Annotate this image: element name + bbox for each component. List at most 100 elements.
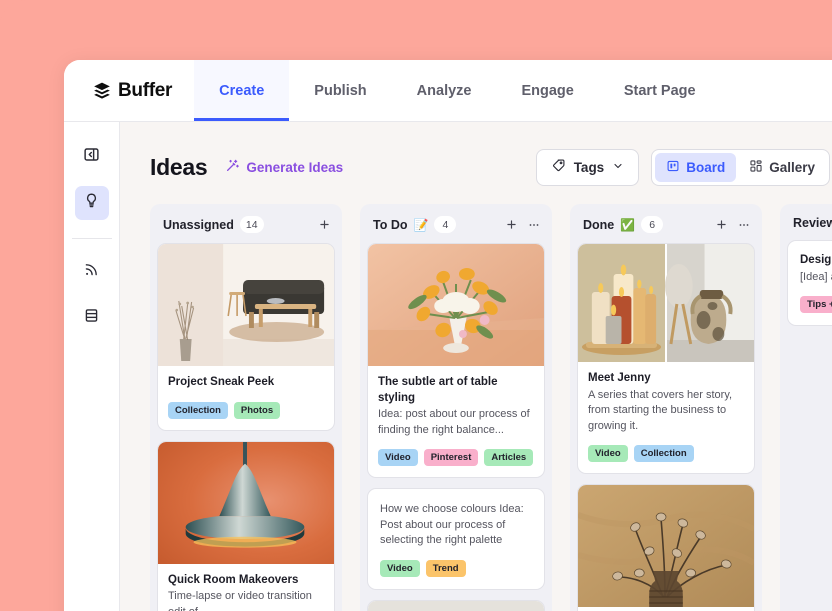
buffer-layers-icon: [92, 81, 112, 101]
sidebar-item-feed[interactable]: [75, 255, 109, 289]
column-actions: [318, 218, 331, 231]
card-tag[interactable]: Tips +: [800, 296, 832, 313]
card-tags: Tips +: [800, 296, 832, 313]
column-cards: Project Sneak Peek Collection Photos: [157, 243, 335, 611]
generate-ideas-button[interactable]: Generate Ideas: [225, 158, 343, 176]
column-header: Done ✅ 6: [577, 212, 755, 243]
nav-item-analyze[interactable]: Analyze: [392, 60, 497, 121]
card-title: Designing: [800, 253, 832, 269]
view-option-gallery-label: Gallery: [769, 160, 815, 175]
living-room-sofa-photo: [158, 244, 334, 366]
card-body: Designing [Idea] advice pattern Tips +: [788, 241, 832, 325]
column-cards: Meet Jenny A series that covers her stor…: [577, 243, 755, 611]
sidebar-item-content[interactable]: [75, 301, 109, 335]
board[interactable]: Unassigned 14: [120, 190, 832, 611]
gallery-grid-icon: [749, 159, 763, 176]
card-body: All About Earth Tones: [578, 607, 754, 611]
yellow-flower-bouquet-photo: [368, 244, 544, 366]
card-tag[interactable]: Collection: [634, 445, 694, 462]
column-cards: Designing [Idea] advice pattern Tips +: [787, 240, 832, 326]
idea-card[interactable]: [367, 600, 545, 611]
nav-items: Create Publish Analyze Engage Start Page: [194, 60, 720, 121]
column-cards: The subtle art of table styling Idea: po…: [367, 243, 545, 611]
card-tag[interactable]: Photos: [234, 402, 280, 419]
card-description: [Idea] advice pattern: [800, 270, 832, 286]
card-tag[interactable]: Video: [380, 560, 420, 577]
plus-icon[interactable]: [715, 218, 728, 231]
column-header: Unassigned 14: [157, 212, 335, 243]
card-tag[interactable]: Video: [588, 445, 628, 462]
card-body: Meet Jenny A series that covers her stor…: [578, 362, 754, 473]
column-count: 4: [434, 216, 456, 233]
card-body: Quick Room Makeovers Time-lapse or video…: [158, 564, 334, 611]
view-option-gallery[interactable]: Gallery: [738, 153, 826, 182]
idea-card[interactable]: Meet Jenny A series that covers her stor…: [577, 243, 755, 474]
column-title: Done: [583, 218, 614, 232]
card-title: Project Sneak Peek: [168, 375, 324, 391]
column-count: 14: [240, 216, 264, 233]
page-title: Ideas: [150, 154, 207, 181]
card-body: Project Sneak Peek Collection Photos: [158, 366, 334, 430]
card-title: The subtle art of table styling: [378, 375, 534, 406]
collapse-panel-icon: [83, 146, 100, 168]
board-column-unassigned: Unassigned 14: [150, 204, 342, 611]
nav-item-create[interactable]: Create: [194, 60, 289, 121]
list-view-icon: [83, 307, 100, 329]
idea-card[interactable]: Designing [Idea] advice pattern Tips +: [787, 240, 832, 326]
card-tag[interactable]: Pinterest: [424, 449, 479, 466]
nav-item-start-page[interactable]: Start Page: [599, 60, 721, 121]
card-title: Quick Room Makeovers: [168, 573, 324, 589]
card-tags: Video Trend: [380, 560, 532, 577]
column-header: To Do 📝 4: [367, 212, 545, 243]
tag-icon: [551, 158, 566, 176]
board-column-done: Done ✅ 6: [570, 204, 762, 611]
sidebar-item-ideas[interactable]: [75, 186, 109, 220]
column-emoji: 📝: [413, 219, 428, 231]
teal-pendant-lamp-photo: [158, 442, 334, 564]
brand-logo[interactable]: Buffer: [64, 60, 194, 121]
sidebar-divider: [72, 238, 112, 239]
idea-card[interactable]: All About Earth Tones: [577, 484, 755, 611]
card-description: Time-lapse or video transition edit of: [168, 589, 324, 611]
rss-feed-icon: [83, 261, 100, 283]
view-option-board[interactable]: Board: [655, 153, 736, 182]
column-title: To Do: [373, 218, 407, 232]
view-toggle: Board: [651, 149, 830, 186]
card-tags: Collection Photos: [168, 402, 324, 419]
card-description: Idea: post about our process of finding …: [378, 407, 534, 438]
left-sidebar: [64, 122, 120, 611]
card-description: A series that covers her story, from sta…: [588, 388, 744, 435]
ellipsis-icon[interactable]: [527, 218, 541, 232]
column-title: Unassigned: [163, 218, 234, 232]
ellipsis-icon[interactable]: [737, 218, 751, 232]
idea-card[interactable]: Quick Room Makeovers Time-lapse or video…: [157, 441, 335, 611]
candles-and-vase-photo: [578, 244, 754, 362]
generate-ideas-label: Generate Ideas: [246, 160, 343, 175]
nav-item-engage[interactable]: Engage: [496, 60, 598, 121]
header-actions: Tags: [536, 149, 830, 186]
card-tags: Video Collection: [588, 445, 744, 462]
tags-filter-button[interactable]: Tags: [536, 149, 640, 186]
app-window: Buffer Create Publish Analyze Engage Sta…: [64, 60, 832, 611]
top-navigation: Buffer Create Publish Analyze Engage Sta…: [64, 60, 832, 122]
nav-item-publish[interactable]: Publish: [289, 60, 391, 121]
plus-icon[interactable]: [505, 218, 518, 231]
column-actions: [505, 218, 541, 232]
page-canvas: Buffer Create Publish Analyze Engage Sta…: [0, 0, 832, 611]
card-tag[interactable]: Video: [378, 449, 418, 466]
idea-card[interactable]: How we choose colours Idea: Post about o…: [367, 488, 545, 590]
idea-card[interactable]: Project Sneak Peek Collection Photos: [157, 243, 335, 431]
card-tags: Video Pinterest Articles: [378, 449, 534, 466]
brand-name: Buffer: [118, 80, 172, 102]
column-emoji: ✅: [620, 219, 635, 231]
card-tag[interactable]: Articles: [484, 449, 533, 466]
view-option-board-label: Board: [686, 160, 725, 175]
board-icon: [666, 159, 680, 176]
idea-card[interactable]: The subtle art of table styling Idea: po…: [367, 243, 545, 478]
card-tag[interactable]: Collection: [168, 402, 228, 419]
card-tag[interactable]: Trend: [426, 560, 466, 577]
column-actions: [715, 218, 751, 232]
magic-wand-icon: [225, 158, 240, 176]
plus-icon[interactable]: [318, 218, 331, 231]
sidebar-item-collapse-panel[interactable]: [75, 140, 109, 174]
